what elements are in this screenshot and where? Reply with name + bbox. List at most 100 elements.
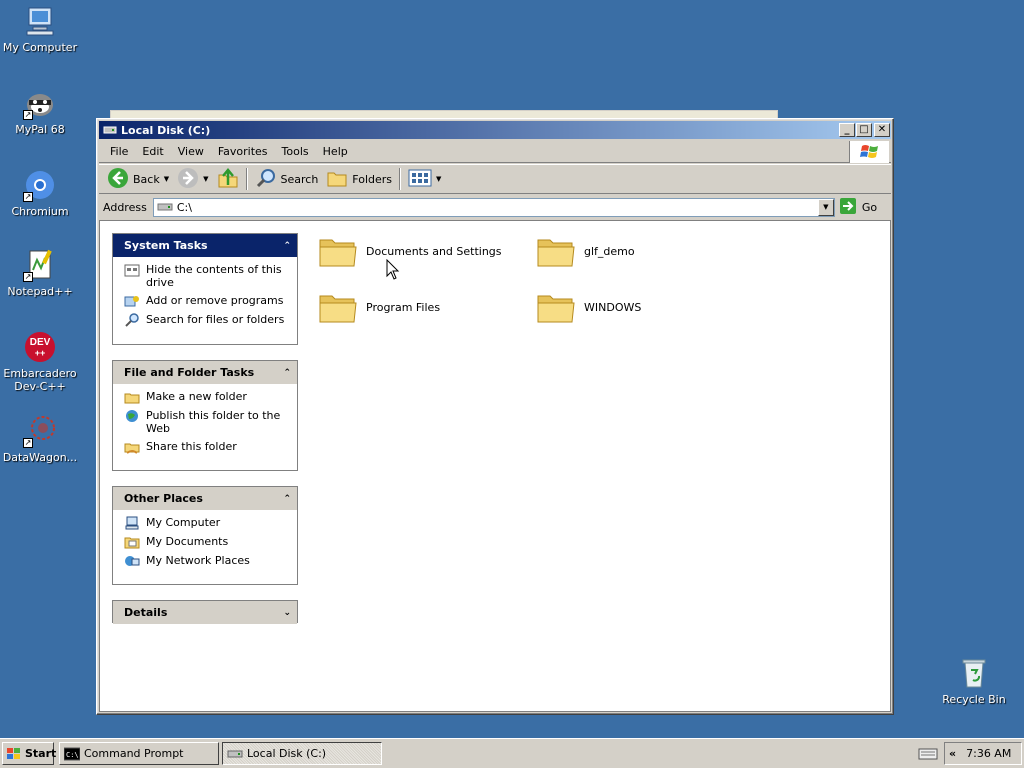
views-button[interactable]: ▼ <box>404 167 445 191</box>
system-tasks-header[interactable]: System Tasks ⌃ <box>113 234 297 257</box>
window-title: Local Disk (C:) <box>121 123 211 137</box>
folder-icon <box>318 288 358 326</box>
folders-button[interactable]: Folders <box>322 167 396 191</box>
back-arrow-icon <box>107 167 129 192</box>
share-folder-icon <box>124 440 140 454</box>
address-dropdown-button[interactable]: ▼ <box>817 198 834 216</box>
task-publish-folder-web[interactable]: Publish this folder to the Web <box>124 409 291 435</box>
taskbar-command-prompt[interactable]: C:\ Command Prompt <box>59 742 219 765</box>
taskbar-local-disk[interactable]: Local Disk (C:) <box>222 742 382 765</box>
folder-item[interactable]: Documents and Settings <box>318 231 528 271</box>
desktop-icon-mypal[interactable]: ↗ MyPal 68 <box>0 86 80 136</box>
search-icon <box>255 167 277 192</box>
my-computer-icon <box>124 516 140 530</box>
keyboard-icon[interactable] <box>918 746 938 762</box>
task-make-new-folder[interactable]: Make a new folder <box>124 390 291 404</box>
menu-help[interactable]: Help <box>316 143 355 160</box>
publish-web-icon <box>124 409 140 423</box>
new-folder-icon <box>124 390 140 404</box>
shortcut-arrow-icon: ↗ <box>23 272 33 282</box>
desktop-icon-notepadpp[interactable]: ↗ Notepad++ <box>0 248 80 298</box>
system-tasks-panel: System Tasks ⌃ Hide the contents of this… <box>112 233 298 345</box>
svg-text:C:\: C:\ <box>66 751 79 759</box>
menu-tools[interactable]: Tools <box>275 143 316 160</box>
windows-logo-icon <box>849 141 889 163</box>
content-area: System Tasks ⌃ Hide the contents of this… <box>99 220 891 712</box>
file-folder-tasks-header[interactable]: File and Folder Tasks ⌃ <box>113 361 297 384</box>
details-header[interactable]: Details ⌄ <box>113 601 297 624</box>
place-my-documents[interactable]: My Documents <box>124 535 291 549</box>
folder-item[interactable]: Program Files <box>318 287 528 327</box>
folder-icon <box>318 232 358 270</box>
task-search-files[interactable]: Search for files or folders <box>124 313 291 327</box>
task-share-folder[interactable]: Share this folder <box>124 440 291 454</box>
collapse-chevron-icon[interactable]: ⌃ <box>283 494 291 504</box>
windows-logo-icon <box>6 747 22 761</box>
notepadpp-icon: ↗ <box>23 248 57 282</box>
address-input[interactable] <box>176 200 817 214</box>
other-places-header[interactable]: Other Places ⌃ <box>113 487 297 510</box>
menu-file[interactable]: File <box>103 143 135 160</box>
explorer-window: Local Disk (C:) _ □ ✕ File Edit View Fav… <box>96 118 894 715</box>
go-arrow-icon <box>839 197 857 218</box>
tray-expand-button[interactable]: « <box>949 747 956 760</box>
toolbar-separator <box>245 168 248 190</box>
toolbar-separator <box>399 168 402 190</box>
forward-button[interactable]: ▼ <box>173 167 212 191</box>
views-icon <box>408 168 432 191</box>
shortcut-arrow-icon: ↗ <box>23 192 33 202</box>
shortcut-arrow-icon: ↗ <box>23 438 33 448</box>
folder-item[interactable]: WINDOWS <box>536 287 746 327</box>
collapse-chevron-icon[interactable]: ⌃ <box>283 241 291 251</box>
close-button[interactable]: ✕ <box>874 123 890 137</box>
folder-icon <box>536 288 576 326</box>
drive-icon <box>157 202 173 212</box>
desktop: My Computer ↗ MyPal 68 ↗ Chromium ↗ Note… <box>0 0 1024 738</box>
start-button[interactable]: Start <box>2 742 56 765</box>
address-field[interactable]: ▼ <box>152 197 835 217</box>
drive-icon <box>103 125 117 135</box>
desktop-icon-my-computer[interactable]: My Computer <box>0 4 80 54</box>
expand-chevron-icon[interactable]: ⌄ <box>283 608 291 618</box>
command-prompt-icon: C:\ <box>63 747 81 761</box>
clock[interactable]: 7:36 AM <box>966 747 1011 760</box>
up-folder-button[interactable] <box>213 167 243 191</box>
folder-item[interactable]: glf_demo <box>536 231 746 271</box>
collapse-chevron-icon[interactable]: ⌃ <box>283 368 291 378</box>
menu-bar: File Edit View Favorites Tools Help <box>99 141 891 163</box>
mypal-icon: ↗ <box>23 86 57 120</box>
datawagon-icon: ↗ <box>23 414 57 448</box>
folder-icon <box>536 232 576 270</box>
menu-view[interactable]: View <box>171 143 211 160</box>
task-hide-drive-contents[interactable]: Hide the contents of this drive <box>124 263 291 289</box>
search-button[interactable]: Search <box>251 167 323 191</box>
my-documents-icon <box>124 535 140 549</box>
up-folder-icon <box>217 167 239 192</box>
go-button[interactable]: Go <box>839 197 877 218</box>
back-dropdown-icon[interactable]: ▼ <box>164 175 169 183</box>
add-remove-programs-icon <box>124 294 140 308</box>
desktop-icon-devcpp[interactable]: DEV ++ Embarcadero Dev-C++ <box>0 330 80 393</box>
place-my-computer[interactable]: My Computer <box>124 516 291 530</box>
maximize-button[interactable]: □ <box>856 123 872 137</box>
minimize-button[interactable]: _ <box>839 123 855 137</box>
address-bar: Address ▼ Go <box>99 196 891 218</box>
my-computer-icon <box>23 4 57 38</box>
forward-dropdown-icon[interactable]: ▼ <box>203 175 208 183</box>
drive-icon <box>227 747 243 761</box>
back-button[interactable]: Back ▼ <box>103 167 173 191</box>
desktop-icon-recycle-bin[interactable]: Recycle Bin <box>934 656 1014 706</box>
mouse-cursor-icon <box>386 258 400 281</box>
forward-arrow-icon <box>177 167 199 192</box>
address-label: Address <box>103 200 147 214</box>
task-add-remove-programs[interactable]: Add or remove programs <box>124 294 291 308</box>
file-folder-tasks-panel: File and Folder Tasks ⌃ Make a new folde… <box>112 360 298 471</box>
desktop-icon-chromium[interactable]: ↗ Chromium <box>0 168 80 218</box>
place-my-network-places[interactable]: My Network Places <box>124 554 291 568</box>
details-panel: Details ⌄ <box>112 600 298 624</box>
desktop-icon-datawagon[interactable]: ↗ DataWagon... <box>0 414 80 464</box>
menu-edit[interactable]: Edit <box>135 143 170 160</box>
menu-favorites[interactable]: Favorites <box>211 143 275 160</box>
title-bar[interactable]: Local Disk (C:) _ □ ✕ <box>99 121 891 139</box>
system-tray: « 7:36 AM <box>944 742 1022 765</box>
